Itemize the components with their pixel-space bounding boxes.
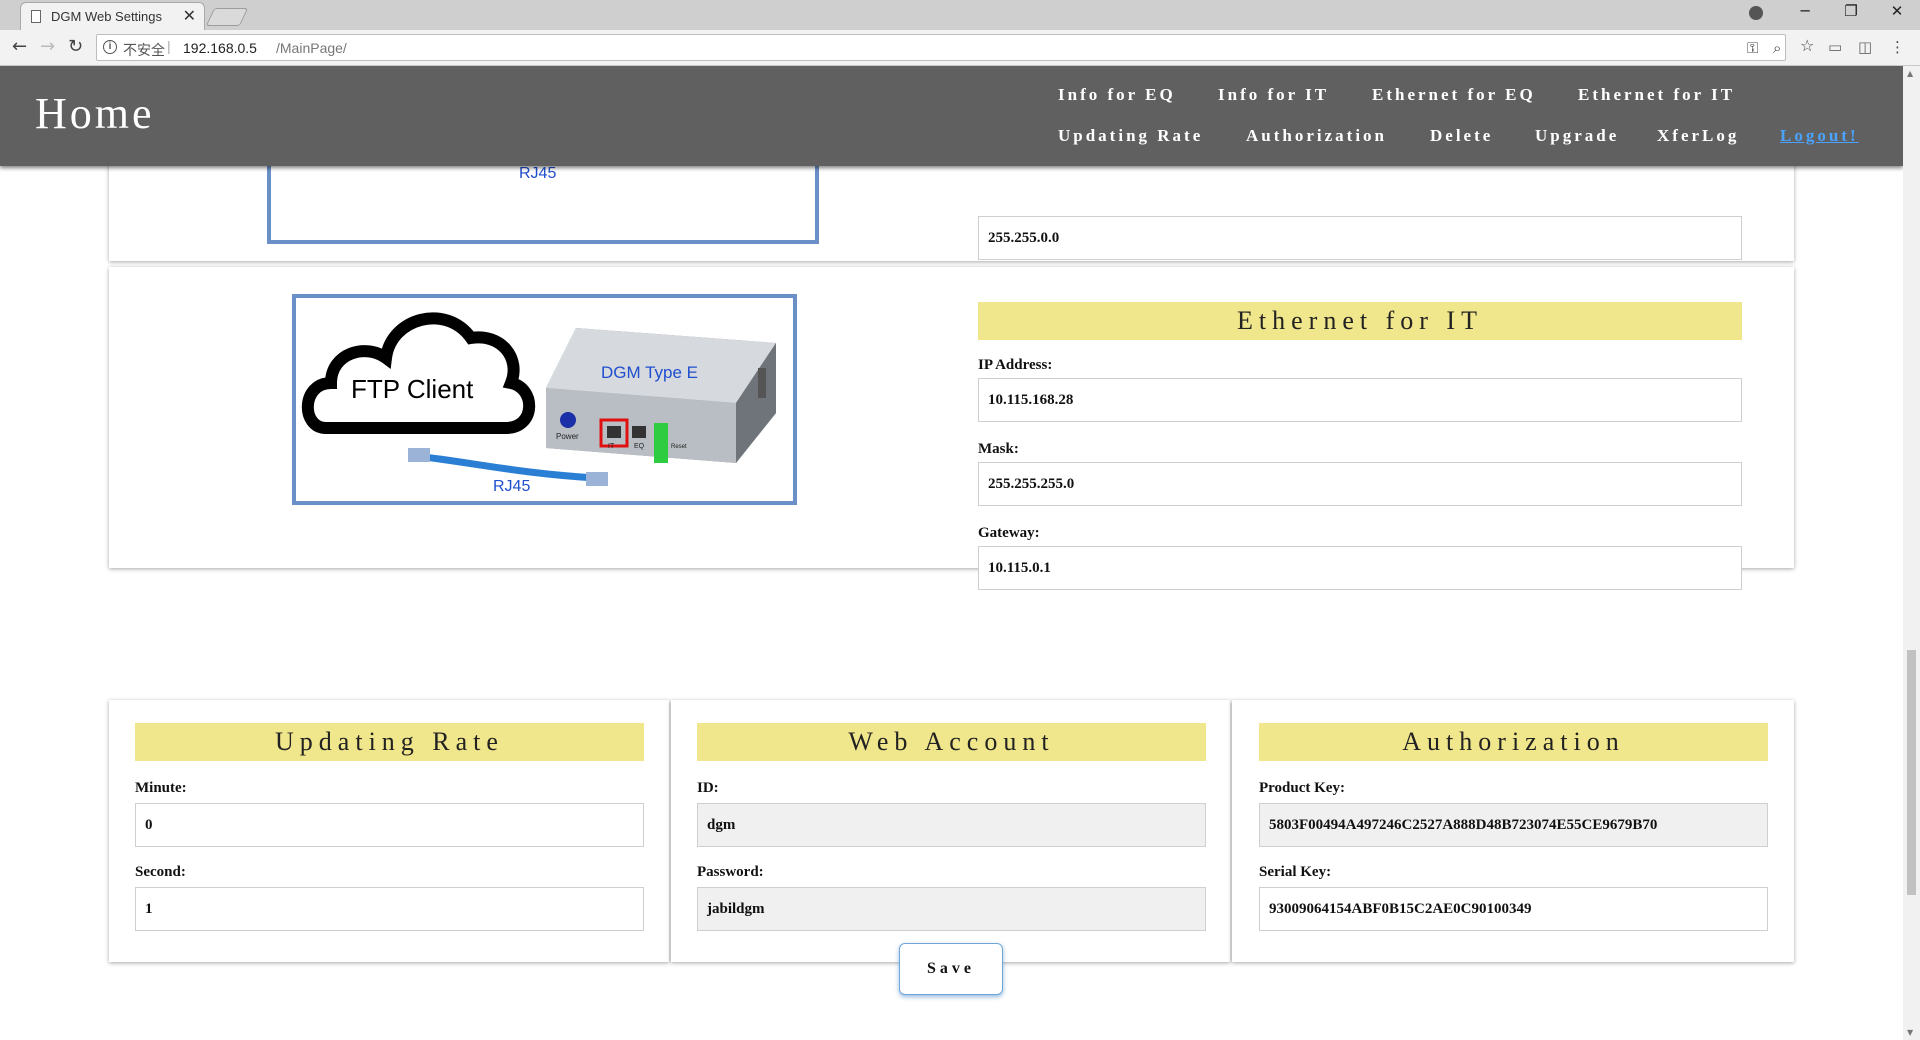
it-cable-label: RJ45 <box>493 478 530 495</box>
nav-xferlog[interactable]: XferLog <box>1657 126 1739 146</box>
second-field[interactable]: 1 <box>135 887 644 931</box>
eq-port-label: EQ <box>634 443 645 450</box>
forward-arrow-icon[interactable]: → <box>40 36 55 57</box>
nav-info-eq[interactable]: Info for EQ <box>1058 85 1176 105</box>
reload-icon[interactable]: ↻ <box>68 36 83 57</box>
device-icon: DGM Type E Power IT EQ Reset <box>546 328 776 463</box>
save-button[interactable]: Save <box>899 943 1003 995</box>
it-diagram-frame: FTP Client RJ45 DGM Type E Power IT EQ R… <box>292 294 797 505</box>
id-field[interactable]: dgm <box>697 803 1206 847</box>
gateway-label: Gateway: <box>978 525 1040 541</box>
star-icon[interactable]: ☆ <box>1800 36 1814 55</box>
updating-rate-heading: Updating Rate <box>135 723 644 761</box>
eq-cable-label: RJ45 <box>519 165 556 182</box>
ip-address-label: IP Address: <box>978 357 1053 373</box>
nav-ethernet-it[interactable]: Ethernet for IT <box>1578 85 1735 105</box>
device-type-label: DGM Type E <box>601 363 698 382</box>
page-title: Home <box>35 89 155 138</box>
nav-updating-rate[interactable]: Updating Rate <box>1058 126 1203 146</box>
zoom-icon[interactable]: ⌕ <box>1773 39 1781 57</box>
mask-label: Mask: <box>978 441 1019 457</box>
scroll-up-arrow-icon[interactable]: ▲ <box>1907 69 1913 78</box>
product-key-field[interactable]: 5803F00494A497246C2527A888D48B723074E55C… <box>1259 803 1768 847</box>
ftp-client-diagram: FTP Client RJ45 DGM Type E Power IT EQ R… <box>301 312 776 495</box>
logout-link[interactable]: Logout! <box>1780 126 1859 146</box>
eq-mask-field[interactable]: 255.255.0.0 <box>978 216 1742 260</box>
it-port-label: IT <box>608 443 615 450</box>
restore-button[interactable]: ❐ <box>1836 2 1866 20</box>
extension-icon[interactable]: ◫ <box>1858 38 1872 56</box>
power-label: Power <box>556 432 579 441</box>
ethernet-it-heading: Ethernet for IT <box>978 302 1742 340</box>
second-label: Second: <box>135 864 186 880</box>
scroll-thumb[interactable] <box>1907 650 1916 895</box>
back-arrow-icon[interactable]: ← <box>12 36 27 57</box>
reset-label: Reset <box>671 444 687 450</box>
url-host: 192.168.0.5 <box>183 40 257 56</box>
tab-title: DGM Web Settings <box>51 9 163 24</box>
page-viewport: Home Info for EQ Info for IT Ethernet fo… <box>0 66 1903 1040</box>
url-path: /MainPage/ <box>276 40 347 56</box>
cloud-icon: FTP Client <box>301 312 536 434</box>
minute-label: Minute: <box>135 780 187 796</box>
page-scrollbar[interactable]: ▲ ▼ <box>1903 66 1920 1040</box>
security-label: 不安全 <box>123 42 165 58</box>
serial-key-label: Serial Key: <box>1259 864 1332 880</box>
id-label: ID: <box>697 780 719 796</box>
password-label: Password: <box>697 864 764 880</box>
web-account-heading: Web Account <box>697 723 1206 761</box>
cast-icon[interactable]: ▭ <box>1828 38 1842 56</box>
minimize-button[interactable]: ─ <box>1790 2 1820 20</box>
nav-delete[interactable]: Delete <box>1430 126 1493 146</box>
browser-toolbar: ← → ↻ i 不安全 | 192.168.0.5 /MainPage/ ⚿ ⌕… <box>0 30 1920 66</box>
web-account-card: Web Account ID: dgm Password: jabildgm <box>671 700 1230 962</box>
gateway-field[interactable]: 10.115.0.1 <box>978 546 1742 590</box>
nav-upgrade[interactable]: Upgrade <box>1535 126 1619 146</box>
key-icon[interactable]: ⚿ <box>1747 39 1758 57</box>
ethernet-it-card: FTP Client RJ45 DGM Type E Power IT EQ R… <box>109 267 1794 590</box>
site-header: Home Info for EQ Info for IT Ethernet fo… <box>0 66 1903 166</box>
menu-icon[interactable]: ⋮ <box>1890 38 1905 56</box>
mask-field[interactable]: 255.255.255.0 <box>978 462 1742 506</box>
profile-icon[interactable] <box>1749 6 1763 20</box>
updating-rate-card: Updating Rate Minute: 0 Second: 1 <box>109 700 669 962</box>
address-bar[interactable]: i 不安全 | 192.168.0.5 /MainPage/ ⚿ ⌕ <box>96 34 1786 61</box>
authorization-heading: Authorization <box>1259 723 1768 761</box>
nav-authorization[interactable]: Authorization <box>1246 126 1387 146</box>
url-separator: | <box>167 38 171 54</box>
document-icon <box>31 10 41 23</box>
scroll-down-arrow-icon[interactable]: ▼ <box>1907 1028 1913 1037</box>
close-window-button[interactable]: ✕ <box>1882 2 1912 20</box>
nav-info-it[interactable]: Info for IT <box>1218 85 1329 105</box>
ip-address-field[interactable]: 10.115.168.28 <box>978 378 1742 422</box>
serial-key-field[interactable]: 93009064154ABF0B15C2AE0C90100349 <box>1259 887 1768 931</box>
browser-tab[interactable]: DGM Web Settings ✕ <box>20 2 205 30</box>
password-field[interactable]: jabildgm <box>697 887 1206 931</box>
nav-ethernet-eq[interactable]: Ethernet for EQ <box>1372 85 1536 105</box>
minute-field[interactable]: 0 <box>135 803 644 847</box>
new-tab-button[interactable] <box>205 8 249 26</box>
browser-tab-strip: DGM Web Settings ✕ ─ ❐ ✕ <box>0 0 1920 30</box>
product-key-label: Product Key: <box>1259 780 1345 796</box>
tab-close-icon[interactable]: ✕ <box>183 6 196 26</box>
info-icon[interactable]: i <box>103 40 117 54</box>
cloud-text: FTP Client <box>351 374 474 404</box>
authorization-card: Authorization Product Key: 5803F00494A49… <box>1232 700 1794 962</box>
